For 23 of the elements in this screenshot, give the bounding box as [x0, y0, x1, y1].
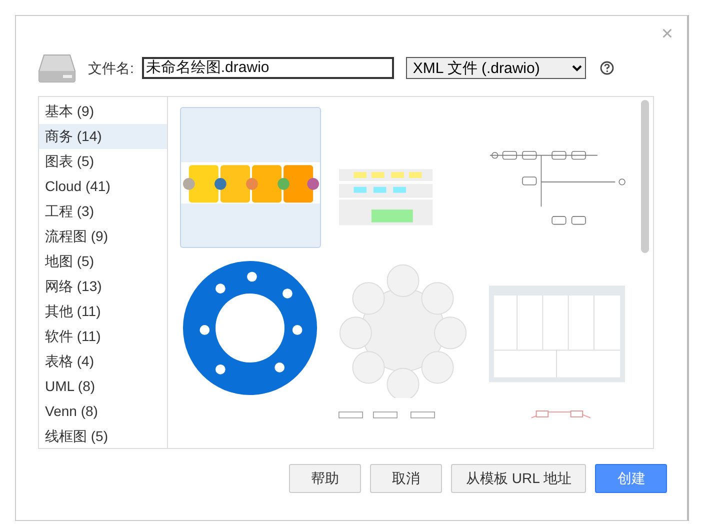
category-item[interactable]: 图表 (5): [39, 149, 167, 174]
category-item[interactable]: 商务 (14): [39, 124, 167, 149]
category-item[interactable]: 基本 (9): [39, 99, 167, 124]
category-item[interactable]: 表格 (4): [39, 349, 167, 374]
category-item[interactable]: Venn (8): [39, 399, 167, 424]
file-name-label: 文件名:: [88, 58, 134, 78]
category-item[interactable]: 流程图 (9): [39, 224, 167, 249]
category-item[interactable]: 线框图 (5): [39, 424, 167, 449]
dialog-button[interactable]: 从模板 URL 地址: [451, 464, 586, 493]
category-item[interactable]: 地图 (5): [39, 249, 167, 274]
drive-icon: [38, 53, 76, 83]
help-icon[interactable]: [600, 61, 614, 75]
category-item[interactable]: 工程 (3): [39, 199, 167, 224]
category-item[interactable]: 软件 (11): [39, 324, 167, 349]
category-item[interactable]: 网络 (13): [39, 274, 167, 299]
dialog-button[interactable]: 取消: [370, 464, 442, 493]
scrollbar[interactable]: [641, 100, 649, 253]
category-item[interactable]: 其他 (11): [39, 299, 167, 324]
dialog-button[interactable]: 帮助: [289, 464, 361, 493]
category-item[interactable]: UML (8): [39, 374, 167, 399]
file-name-field[interactable]: 未命名绘图.drawio: [142, 57, 394, 79]
format-dropdown[interactable]: XML 文件 (.drawio): [406, 57, 586, 79]
category-item[interactable]: Cloud (41): [39, 174, 167, 199]
